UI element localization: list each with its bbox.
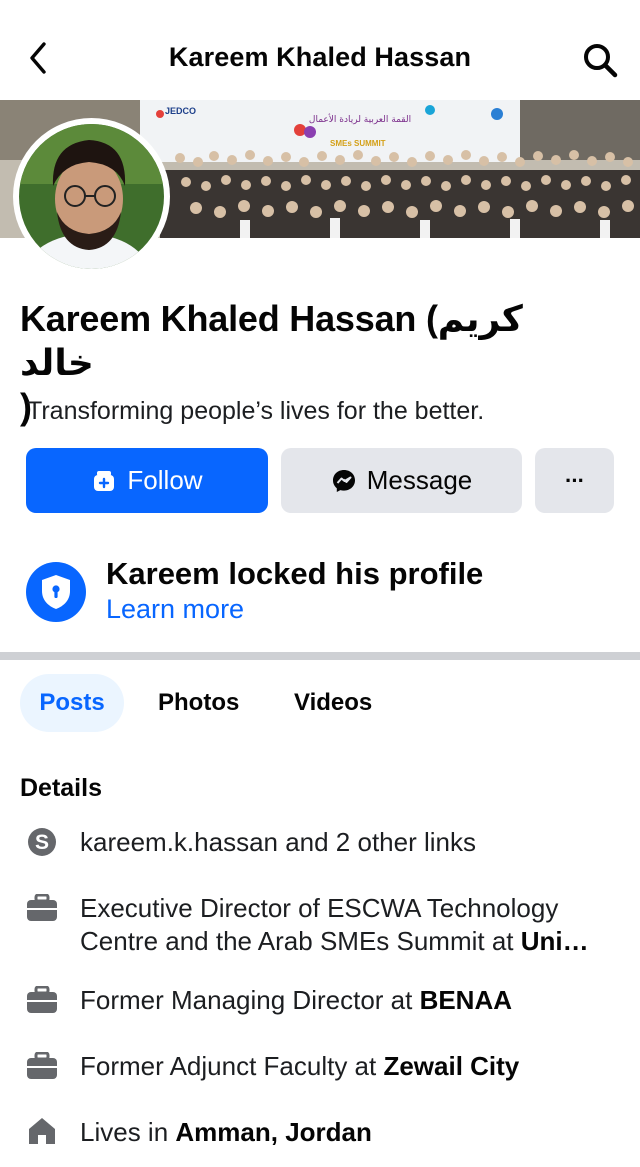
detail-skype-links[interactable]: kareem.k.hassan and 2 other links (80, 826, 476, 859)
search-icon (584, 44, 618, 78)
skype-icon: S (26, 827, 58, 857)
detail-current-job-line1: Executive Director of ESCWA Technology (80, 893, 559, 923)
cover-banner-en: SMEs SUMMIT (330, 139, 386, 148)
learn-more-link[interactable]: Learn more (106, 594, 244, 625)
detail-lives-in-label: Lives in (80, 1117, 176, 1147)
home-icon (26, 1116, 58, 1146)
tab-posts[interactable]: Posts (20, 674, 124, 732)
briefcase-icon (26, 985, 58, 1015)
more-options-button[interactable]: ··· (535, 448, 614, 513)
svg-text:S: S (35, 831, 49, 854)
avatar (19, 124, 164, 269)
page-title: Kareem Khaled Hassan (168, 42, 472, 72)
briefcase-icon (26, 893, 58, 923)
detail-former-job-zewail-role: Former Adjunct Faculty at (80, 1051, 384, 1081)
detail-former-job-zewail[interactable]: Former Adjunct Faculty at Zewail City (80, 1050, 519, 1083)
search-button[interactable] (580, 40, 620, 80)
top-bar: Kareem Khaled Hassan (0, 0, 640, 100)
detail-former-job-zewail-org: Zewail City (383, 1051, 520, 1081)
tab-photos[interactable]: Photos (158, 674, 239, 732)
briefcase-icon (26, 1051, 58, 1081)
section-divider (0, 652, 640, 660)
cover-logo-text: JEDCO (165, 106, 196, 116)
profile-avatar[interactable] (13, 118, 170, 275)
details-heading: Details (20, 774, 102, 802)
shield-lock-icon (26, 562, 86, 622)
detail-former-job-benaa-org: BENAA (419, 985, 513, 1015)
more-icon: ··· (565, 467, 585, 493)
detail-current-job-org: Uni… (520, 926, 589, 956)
cover-banner-ar: القمة العربية لريادة الأعمال (309, 113, 411, 125)
locked-profile-title: Kareem locked his profile (106, 556, 484, 591)
detail-lives-in[interactable]: Lives in Amman, Jordan (80, 1116, 372, 1149)
profile-name-latin: Kareem Khaled Hassan ( (20, 298, 438, 339)
detail-lives-in-city: Amman, Jordan (175, 1117, 372, 1147)
messenger-icon (331, 468, 357, 494)
detail-current-job[interactable]: Executive Director of ESCWA Technology Ce… (80, 892, 589, 958)
message-label: Message (366, 465, 473, 495)
detail-former-job-benaa-role: Former Managing Director at (80, 985, 420, 1015)
detail-former-job-benaa[interactable]: Former Managing Director at BENAA (80, 984, 512, 1017)
follow-label: Follow (127, 465, 203, 495)
message-button[interactable]: Message (281, 448, 522, 513)
tab-videos[interactable]: Videos (294, 674, 372, 732)
profile-bio: Transforming people’s lives for the bett… (27, 397, 485, 425)
avatar-image (19, 124, 164, 269)
follow-button[interactable]: Follow (26, 448, 268, 513)
detail-current-job-line2: Centre and the Arab SMEs Summit at (80, 926, 521, 956)
follow-icon (91, 468, 117, 494)
